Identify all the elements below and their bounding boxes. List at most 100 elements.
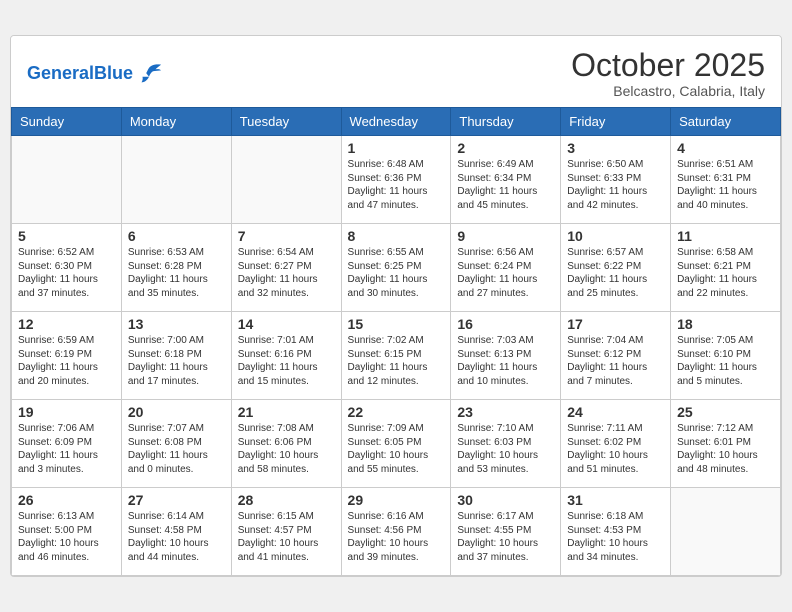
- weekday-header-saturday: Saturday: [671, 108, 781, 136]
- calendar-cell: 27 Sunrise: 6:14 AM Sunset: 4:58 PM Dayli…: [121, 488, 231, 576]
- calendar-cell: 29 Sunrise: 6:16 AM Sunset: 4:56 PM Dayli…: [341, 488, 451, 576]
- calendar-cell: 26 Sunrise: 6:13 AM Sunset: 5:00 PM Dayli…: [12, 488, 122, 576]
- day-number: 4: [677, 140, 774, 156]
- day-number: 6: [128, 228, 225, 244]
- weekday-header-wednesday: Wednesday: [341, 108, 451, 136]
- day-info: Sunrise: 7:08 AM Sunset: 6:06 PM Dayligh…: [238, 422, 335, 476]
- calendar-cell: 5Sunrise: 6:52 AM Sunset: 6:30 PM Daylig…: [12, 224, 122, 312]
- calendar-cell: 3Sunrise: 6:50 AM Sunset: 6:33 PM Daylig…: [561, 136, 671, 224]
- day-number: 11: [677, 228, 774, 244]
- day-info: Sunrise: 7:06 AM Sunset: 6:09 PM Dayligh…: [18, 422, 115, 476]
- day-info: Sunrise: 6:15 AM Sunset: 4:57 PM Dayligh…: [238, 510, 335, 564]
- calendar-cell: 12 Sunrise: 6:59 AM Sunset: 6:19 PM Dayli…: [12, 312, 122, 400]
- calendar-cell: [231, 136, 341, 224]
- calendar-cell: 30 Sunrise: 6:17 AM Sunset: 4:55 PM Dayli…: [451, 488, 561, 576]
- day-number: 24: [567, 404, 664, 420]
- day-info: Sunrise: 7:01 AM Sunset: 6:16 PM Dayligh…: [238, 334, 335, 388]
- month-title: October 2025: [571, 48, 765, 83]
- day-number: 16: [457, 316, 554, 332]
- day-number: 25: [677, 404, 774, 420]
- day-number: 19: [18, 404, 115, 420]
- day-number: 27: [128, 492, 225, 508]
- day-info: Sunrise: 6:57 AM Sunset: 6:22 PM Dayligh…: [567, 246, 664, 300]
- weekday-header-friday: Friday: [561, 108, 671, 136]
- day-info: Sunrise: 6:53 AM Sunset: 6:28 PM Dayligh…: [128, 246, 225, 300]
- calendar-cell: 21 Sunrise: 7:08 AM Sunset: 6:06 PM Dayli…: [231, 400, 341, 488]
- calendar-cell: 20Sunrise: 7:07 AM Sunset: 6:08 PM Dayli…: [121, 400, 231, 488]
- day-info: Sunrise: 7:07 AM Sunset: 6:08 PM Dayligh…: [128, 422, 225, 476]
- weekday-header-row: SundayMondayTuesdayWednesdayThursdayFrid…: [12, 108, 781, 136]
- calendar-cell: 4Sunrise: 6:51 AM Sunset: 6:31 PM Daylig…: [671, 136, 781, 224]
- day-number: 22: [348, 404, 445, 420]
- day-info: Sunrise: 7:09 AM Sunset: 6:05 PM Dayligh…: [348, 422, 445, 476]
- day-info: Sunrise: 6:13 AM Sunset: 5:00 PM Dayligh…: [18, 510, 115, 564]
- weekday-header-sunday: Sunday: [12, 108, 122, 136]
- day-number: 5: [18, 228, 115, 244]
- day-number: 7: [238, 228, 335, 244]
- day-number: 26: [18, 492, 115, 508]
- calendar-cell: 6 Sunrise: 6:53 AM Sunset: 6:28 PM Daylig…: [121, 224, 231, 312]
- day-info: Sunrise: 6:55 AM Sunset: 6:25 PM Dayligh…: [348, 246, 445, 300]
- location: Belcastro, Calabria, Italy: [571, 83, 765, 99]
- day-info: Sunrise: 6:56 AM Sunset: 6:24 PM Dayligh…: [457, 246, 554, 300]
- day-number: 23: [457, 404, 554, 420]
- calendar-cell: [12, 136, 122, 224]
- calendar-cell: 31Sunrise: 6:18 AM Sunset: 4:53 PM Dayli…: [561, 488, 671, 576]
- day-info: Sunrise: 6:59 AM Sunset: 6:19 PM Dayligh…: [18, 334, 115, 388]
- calendar-cell: 16Sunrise: 7:03 AM Sunset: 6:13 PM Dayli…: [451, 312, 561, 400]
- day-number: 3: [567, 140, 664, 156]
- calendar-cell: 10Sunrise: 6:57 AM Sunset: 6:22 PM Dayli…: [561, 224, 671, 312]
- calendar-week-row: 5Sunrise: 6:52 AM Sunset: 6:30 PM Daylig…: [12, 224, 781, 312]
- calendar-cell: 24 Sunrise: 7:11 AM Sunset: 6:02 PM Dayli…: [561, 400, 671, 488]
- day-number: 17: [567, 316, 664, 332]
- calendar-cell: 19 Sunrise: 7:06 AM Sunset: 6:09 PM Dayli…: [12, 400, 122, 488]
- day-info: Sunrise: 6:58 AM Sunset: 6:21 PM Dayligh…: [677, 246, 774, 300]
- day-info: Sunrise: 6:14 AM Sunset: 4:58 PM Dayligh…: [128, 510, 225, 564]
- day-info: Sunrise: 7:11 AM Sunset: 6:02 PM Dayligh…: [567, 422, 664, 476]
- day-number: 13: [128, 316, 225, 332]
- calendar-cell: 18 Sunrise: 7:05 AM Sunset: 6:10 PM Dayli…: [671, 312, 781, 400]
- weekday-header-tuesday: Tuesday: [231, 108, 341, 136]
- calendar-cell: 28Sunrise: 6:15 AM Sunset: 4:57 PM Dayli…: [231, 488, 341, 576]
- calendar-week-row: 26 Sunrise: 6:13 AM Sunset: 5:00 PM Dayli…: [12, 488, 781, 576]
- calendar-header: GeneralBlue October 2025 Belcastro, Cala…: [11, 36, 781, 107]
- calendar-cell: 13Sunrise: 7:00 AM Sunset: 6:18 PM Dayli…: [121, 312, 231, 400]
- day-number: 14: [238, 316, 335, 332]
- day-number: 8: [348, 228, 445, 244]
- day-number: 21: [238, 404, 335, 420]
- day-info: Sunrise: 6:49 AM Sunset: 6:34 PM Dayligh…: [457, 158, 554, 212]
- day-info: Sunrise: 6:17 AM Sunset: 4:55 PM Dayligh…: [457, 510, 554, 564]
- day-info: Sunrise: 6:18 AM Sunset: 4:53 PM Dayligh…: [567, 510, 664, 564]
- day-number: 29: [348, 492, 445, 508]
- logo: GeneralBlue: [27, 60, 163, 88]
- day-info: Sunrise: 7:12 AM Sunset: 6:01 PM Dayligh…: [677, 422, 774, 476]
- day-info: Sunrise: 7:05 AM Sunset: 6:10 PM Dayligh…: [677, 334, 774, 388]
- logo-text: GeneralBlue: [27, 64, 133, 84]
- day-info: Sunrise: 6:54 AM Sunset: 6:27 PM Dayligh…: [238, 246, 335, 300]
- calendar-cell: 15Sunrise: 7:02 AM Sunset: 6:15 PM Dayli…: [341, 312, 451, 400]
- calendar-cell: 22 Sunrise: 7:09 AM Sunset: 6:05 PM Dayli…: [341, 400, 451, 488]
- calendar-week-row: 12 Sunrise: 6:59 AM Sunset: 6:19 PM Dayli…: [12, 312, 781, 400]
- calendar-cell: 25 Sunrise: 7:12 AM Sunset: 6:01 PM Dayli…: [671, 400, 781, 488]
- day-info: Sunrise: 6:16 AM Sunset: 4:56 PM Dayligh…: [348, 510, 445, 564]
- weekday-header-thursday: Thursday: [451, 108, 561, 136]
- calendar-table: SundayMondayTuesdayWednesdayThursdayFrid…: [11, 107, 781, 576]
- day-number: 30: [457, 492, 554, 508]
- day-number: 18: [677, 316, 774, 332]
- calendar-cell: 23 Sunrise: 7:10 AM Sunset: 6:03 PM Dayli…: [451, 400, 561, 488]
- day-info: Sunrise: 7:10 AM Sunset: 6:03 PM Dayligh…: [457, 422, 554, 476]
- day-info: Sunrise: 6:48 AM Sunset: 6:36 PM Dayligh…: [348, 158, 445, 212]
- calendar-cell: 8 Sunrise: 6:55 AM Sunset: 6:25 PM Daylig…: [341, 224, 451, 312]
- calendar-cell: 9 Sunrise: 6:56 AM Sunset: 6:24 PM Daylig…: [451, 224, 561, 312]
- day-number: 9: [457, 228, 554, 244]
- logo-bird-icon: [135, 60, 163, 88]
- calendar-week-row: 1 Sunrise: 6:48 AM Sunset: 6:36 PM Daylig…: [12, 136, 781, 224]
- day-number: 1: [348, 140, 445, 156]
- day-number: 12: [18, 316, 115, 332]
- title-block: October 2025 Belcastro, Calabria, Italy: [571, 48, 765, 99]
- calendar-cell: 7 Sunrise: 6:54 AM Sunset: 6:27 PM Daylig…: [231, 224, 341, 312]
- weekday-header-monday: Monday: [121, 108, 231, 136]
- day-number: 2: [457, 140, 554, 156]
- calendar-cell: 1 Sunrise: 6:48 AM Sunset: 6:36 PM Daylig…: [341, 136, 451, 224]
- calendar-cell: 11 Sunrise: 6:58 AM Sunset: 6:21 PM Dayli…: [671, 224, 781, 312]
